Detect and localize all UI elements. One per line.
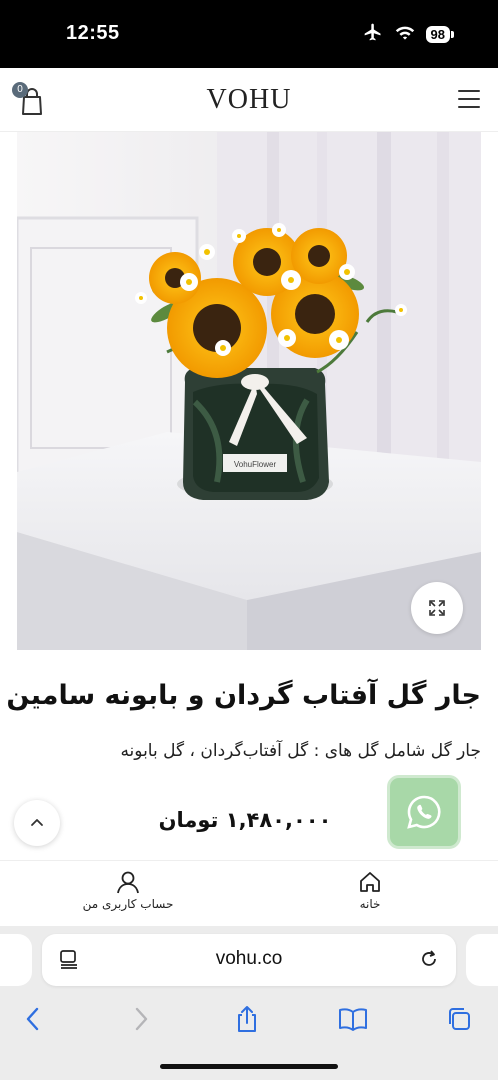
site-logo[interactable]: VOHU [0,84,498,116]
zoom-image-button[interactable] [411,582,463,634]
menu-line [458,98,480,100]
expand-icon [429,600,445,616]
previous-tab-preview[interactable] [0,934,32,986]
browser-chrome: vohu.co [0,926,498,1080]
battery-tip [451,30,454,38]
site-header: 0 VOHU [0,68,498,132]
back-button[interactable] [16,1002,50,1036]
status-icons: 98 [362,22,454,46]
chevron-left-icon [26,1007,39,1031]
share-icon [238,1006,256,1032]
hamburger-menu-button[interactable] [458,90,480,110]
nav-account[interactable]: حساب کاربری من [80,869,176,911]
whatsapp-icon [407,795,441,829]
bookmarks-button[interactable] [336,1002,370,1036]
chevron-up-icon [31,819,43,826]
chevron-right-icon [135,1007,148,1031]
url-text[interactable]: vohu.co [42,948,456,970]
address-bar[interactable]: vohu.co [42,934,456,986]
home-indicator[interactable] [160,1064,338,1069]
product-title: جار گل آفتاب گردان و بابونه سامین [6,680,481,711]
scroll-to-top-button[interactable] [14,800,60,846]
vase-label: VohuFlower [234,460,277,469]
status-bar: 12:55 98 [0,0,498,68]
browser-toolbar [0,1000,498,1040]
whatsapp-button[interactable] [387,775,461,849]
user-icon [117,871,139,894]
product-photo: VohuFlower [17,132,481,650]
home-icon [360,872,380,892]
share-button[interactable] [230,1002,264,1036]
nav-home[interactable]: خانه [340,869,400,911]
battery-icon: 98 [425,25,450,43]
reload-icon[interactable] [418,948,440,974]
bottom-navigation: حساب کاربری من خانه [0,860,498,926]
forward-button[interactable] [124,1002,158,1036]
tabs-button[interactable] [442,1002,476,1036]
menu-line [458,90,480,92]
nav-account-label: حساب کاربری من [82,897,174,911]
wifi-icon [394,23,416,45]
status-time: 12:55 [66,22,120,44]
next-tab-preview[interactable] [466,934,498,986]
product-price: ۱,۴۸۰,۰۰۰ تومان [158,808,332,832]
nav-home-label: خانه [359,897,381,911]
book-icon [339,1008,367,1031]
product-image[interactable]: VohuFlower [17,132,481,650]
airplane-icon [362,22,384,46]
tabs-icon [449,1008,470,1030]
product-description: جار گل شامل گل های : گل آفتاب‌گردان ، گل… [120,741,481,761]
menu-line [458,106,480,108]
